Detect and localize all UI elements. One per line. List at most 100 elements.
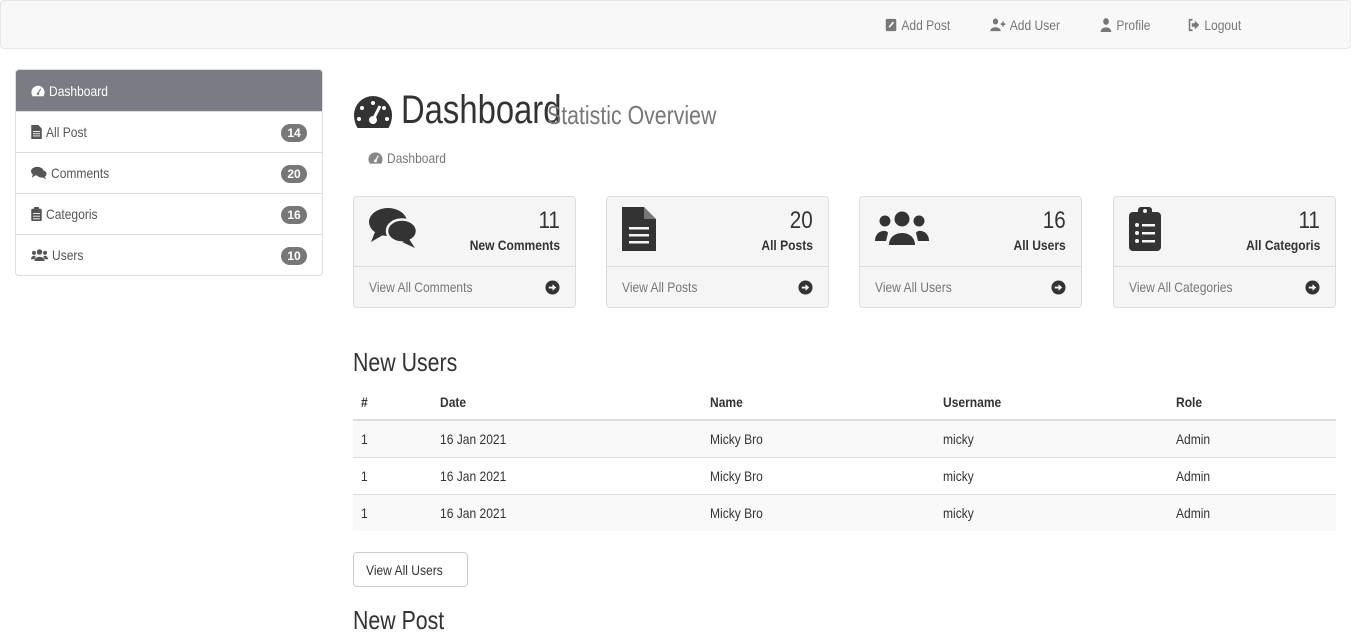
count-badge: 20 [281,165,307,183]
new-users-table: # Date Name Username Role 1 16 Jan 2021 … [353,384,1336,531]
sidebar-item-label: All Post [46,124,87,140]
table-cell: 16 Jan 2021 [432,493,702,531]
comments-icon [31,166,47,180]
panel-heading: 11 All Categoris [1114,197,1335,267]
table-cell: 1 [353,456,432,494]
file-icon [622,207,656,256]
dashboard-icon [31,85,45,96]
column-header: Role [1168,384,1336,421]
table-row: 1 16 Jan 2021 Micky Bro micky Admin [353,419,1336,457]
panel-heading: 11 New Comments [354,197,575,267]
new-users-heading: New Users [353,347,458,377]
table-row: 1 16 Jan 2021 Micky Bro micky Admin [353,456,1336,494]
column-header: Name [702,384,935,421]
page-header: Dashboard Statistic Overview [353,88,754,132]
stat-value: 16 [1043,207,1066,234]
file-icon [31,125,42,139]
user-plus-icon [990,17,1006,31]
table-header-row: # Date Name Username Role [353,384,1336,421]
nav-add-user[interactable]: Add User [990,17,1060,33]
sign-out-icon [1188,18,1200,31]
arrow-circle-right-icon [545,280,560,295]
table-cell: micky [935,419,1168,457]
table-cell: 1 [353,419,432,457]
view-all-users-link[interactable]: View All Users [860,267,1081,307]
table-cell: 1 [353,493,432,531]
panel-heading: 16 All Users [860,197,1081,267]
panel-users: 16 All Users View All Users [859,196,1082,308]
sidebar-item-label: Dashboard [49,82,108,99]
table-cell: micky [935,493,1168,531]
table-row: 1 16 Jan 2021 Micky Bro micky Admin [353,493,1336,531]
sidebar-item-categoris[interactable]: Categoris 16 [16,193,322,234]
navbar-links: Add Post Add User Profile Logout [856,1,1250,48]
count-badge: 10 [281,247,307,265]
comments-icon [368,207,419,254]
column-header: # [353,384,432,421]
dashboard-icon [368,152,383,164]
table-cell: Admin [1168,493,1336,531]
new-post-heading: New Post [353,605,445,632]
stat-value: 20 [790,207,813,234]
clipboard-list-icon [1129,207,1161,256]
sidebar-item-label: Users [52,247,84,263]
count-badge: 16 [281,206,307,224]
user-icon [1101,17,1112,32]
panel-posts: 20 All Posts View All Posts [606,196,829,308]
arrow-circle-right-icon [1305,280,1320,295]
count-badge: 14 [281,124,307,142]
panel-heading: 20 All Posts [607,197,828,267]
view-all-posts-link[interactable]: View All Posts [607,267,828,307]
sidebar-item-comments[interactable]: Comments 20 [16,152,322,193]
nav-logout-label: Logout [1204,16,1242,33]
stat-label: All Posts [761,237,813,253]
sidebar-item-dashboard[interactable]: Dashboard [16,70,322,111]
view-all-comments-link[interactable]: View All Comments [354,267,575,307]
page-title: Dashboard [401,88,562,132]
breadcrumb-current: Dashboard [387,150,446,166]
nav-add-user-label: Add User [1009,16,1061,33]
nav-profile-label: Profile [1116,16,1151,33]
table-cell: Micky Bro [702,456,935,494]
view-all-categories-link[interactable]: View All Categories [1114,267,1335,307]
sidebar-item-label: Comments [51,165,110,181]
table-cell: 16 Jan 2021 [432,419,702,457]
sidebar-item-users[interactable]: Users 10 [16,234,322,275]
table-cell: Micky Bro [702,419,935,457]
users-icon [875,211,929,250]
edit-icon [886,18,897,31]
column-header: Date [432,384,702,421]
table-cell: Admin [1168,419,1336,457]
stat-value: 11 [538,207,560,234]
panel-link-label: View All Posts [622,279,698,295]
stat-label: All Categoris [1245,237,1320,253]
stat-label: All Users [1013,237,1066,253]
sidebar: Dashboard All Post 14 Comments 20 Catego… [15,69,323,276]
view-all-users-button[interactable]: View All Users [353,552,469,587]
panel-link-label: View All Comments [369,279,473,295]
nav-add-post-label: Add Post [901,16,951,33]
stat-panels: 11 New Comments View All Comments 20 All… [353,196,1336,308]
panel-link-label: View All Categories [1129,279,1233,295]
sidebar-item-label: Categoris [46,206,98,222]
arrow-circle-right-icon [798,280,813,295]
clipboard-icon [31,207,42,221]
sidebar-item-all-post[interactable]: All Post 14 [16,111,322,152]
users-icon [31,249,48,261]
table-cell: Micky Bro [702,493,935,531]
nav-logout[interactable]: Logout [1188,17,1241,33]
button-label: View All Users [366,561,443,578]
panel-categories: 11 All Categoris View All Categories [1113,196,1336,308]
table-cell: 16 Jan 2021 [432,456,702,494]
panel-link-label: View All Users [875,279,952,295]
page-subtitle: Statistic Overview [547,100,717,130]
nav-profile[interactable]: Profile [1100,16,1151,33]
stat-value: 11 [1298,207,1320,234]
nav-add-post[interactable]: Add Post [885,16,951,33]
top-navbar: Add Post Add User Profile Logout [0,0,1351,49]
table-cell: Admin [1168,456,1336,494]
breadcrumb: Dashboard [368,150,456,166]
column-header: Username [935,384,1168,421]
stat-label: New Comments [469,237,560,253]
table-cell: micky [935,456,1168,494]
